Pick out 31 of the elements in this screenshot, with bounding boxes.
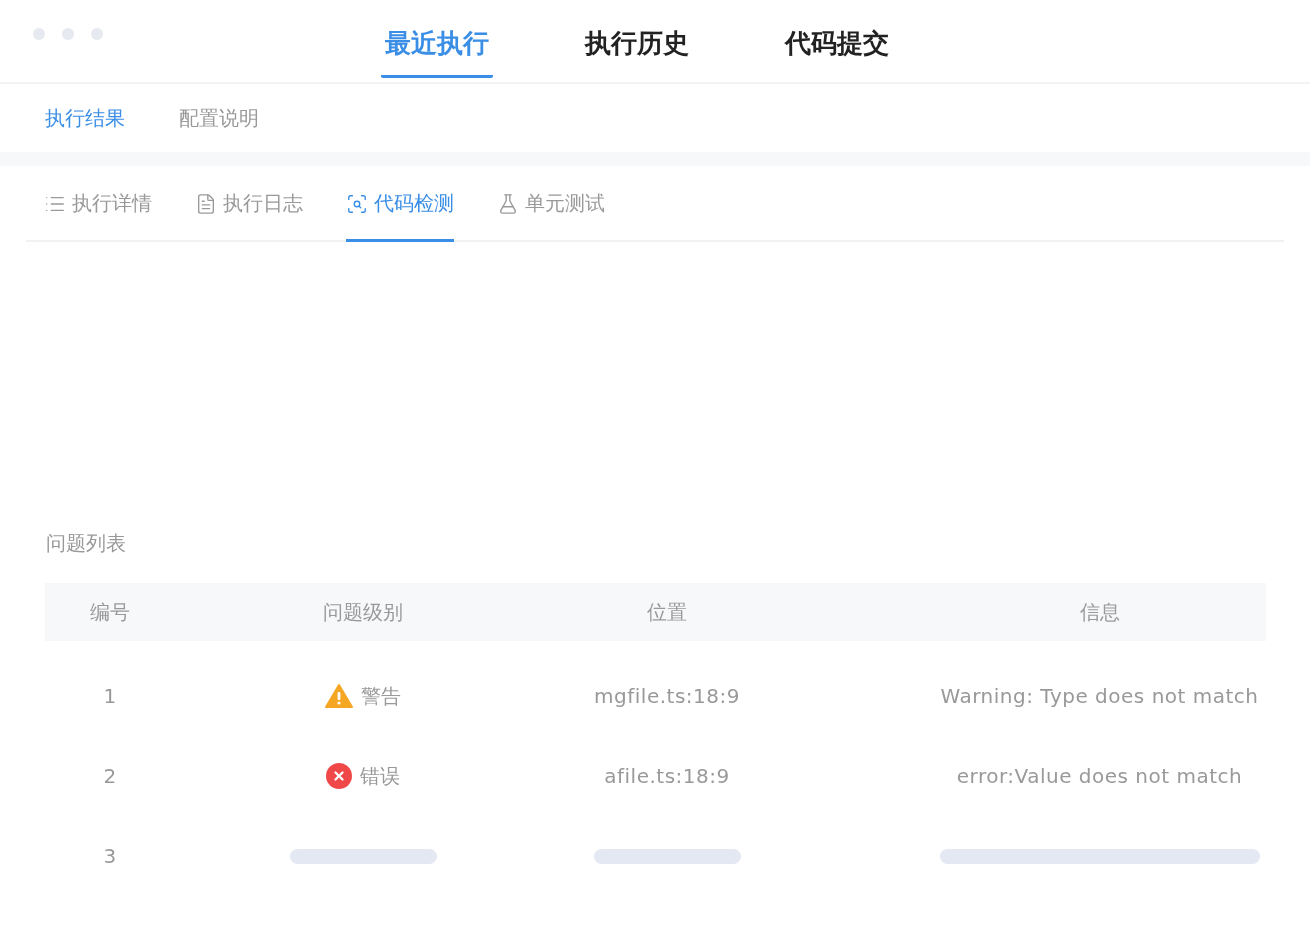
column-header: 位置 [646,598,688,626]
table-cell-text: afile.ts:18:9 [603,764,731,788]
document-icon [195,192,217,215]
column-header: 问题级别 [322,598,404,626]
severity-label: 警告 [360,682,402,710]
flask-icon [497,192,519,215]
section-title: 问题列表 [45,530,127,557]
table-cell-text: Warning: Type does not match [939,684,1260,708]
error-icon [325,763,352,789]
warning-icon [324,684,353,708]
window-dot [33,28,45,40]
sub-tab[interactable]: 执行结果 [45,104,125,132]
main-tab[interactable]: 最近执行 [381,0,493,78]
detail-tab[interactable]: 执行详情 [44,166,152,242]
detail-tab[interactable]: 单元测试 [497,166,605,242]
table-cell-text: mgfile.ts:18:9 [593,684,741,708]
table-cell-text: 2 [102,764,118,788]
window-dot [62,28,74,40]
table-cell-text: 1 [102,684,118,708]
window-dot [91,28,103,40]
severity-label: 错误 [359,762,401,790]
main-tab[interactable]: 执行历史 [581,0,693,78]
detail-tab[interactable]: 代码检测 [346,166,454,242]
detail-tab[interactable]: 执行日志 [195,166,303,242]
table-cell-text: 3 [102,844,118,868]
sub-tab[interactable]: 配置说明 [179,104,259,132]
column-header: 信息 [1078,598,1121,626]
main-tab[interactable]: 代码提交 [781,0,893,78]
column-header: 编号 [89,598,131,626]
scan-icon [346,192,368,215]
table-cell-text: error:Value does not match [955,764,1244,788]
